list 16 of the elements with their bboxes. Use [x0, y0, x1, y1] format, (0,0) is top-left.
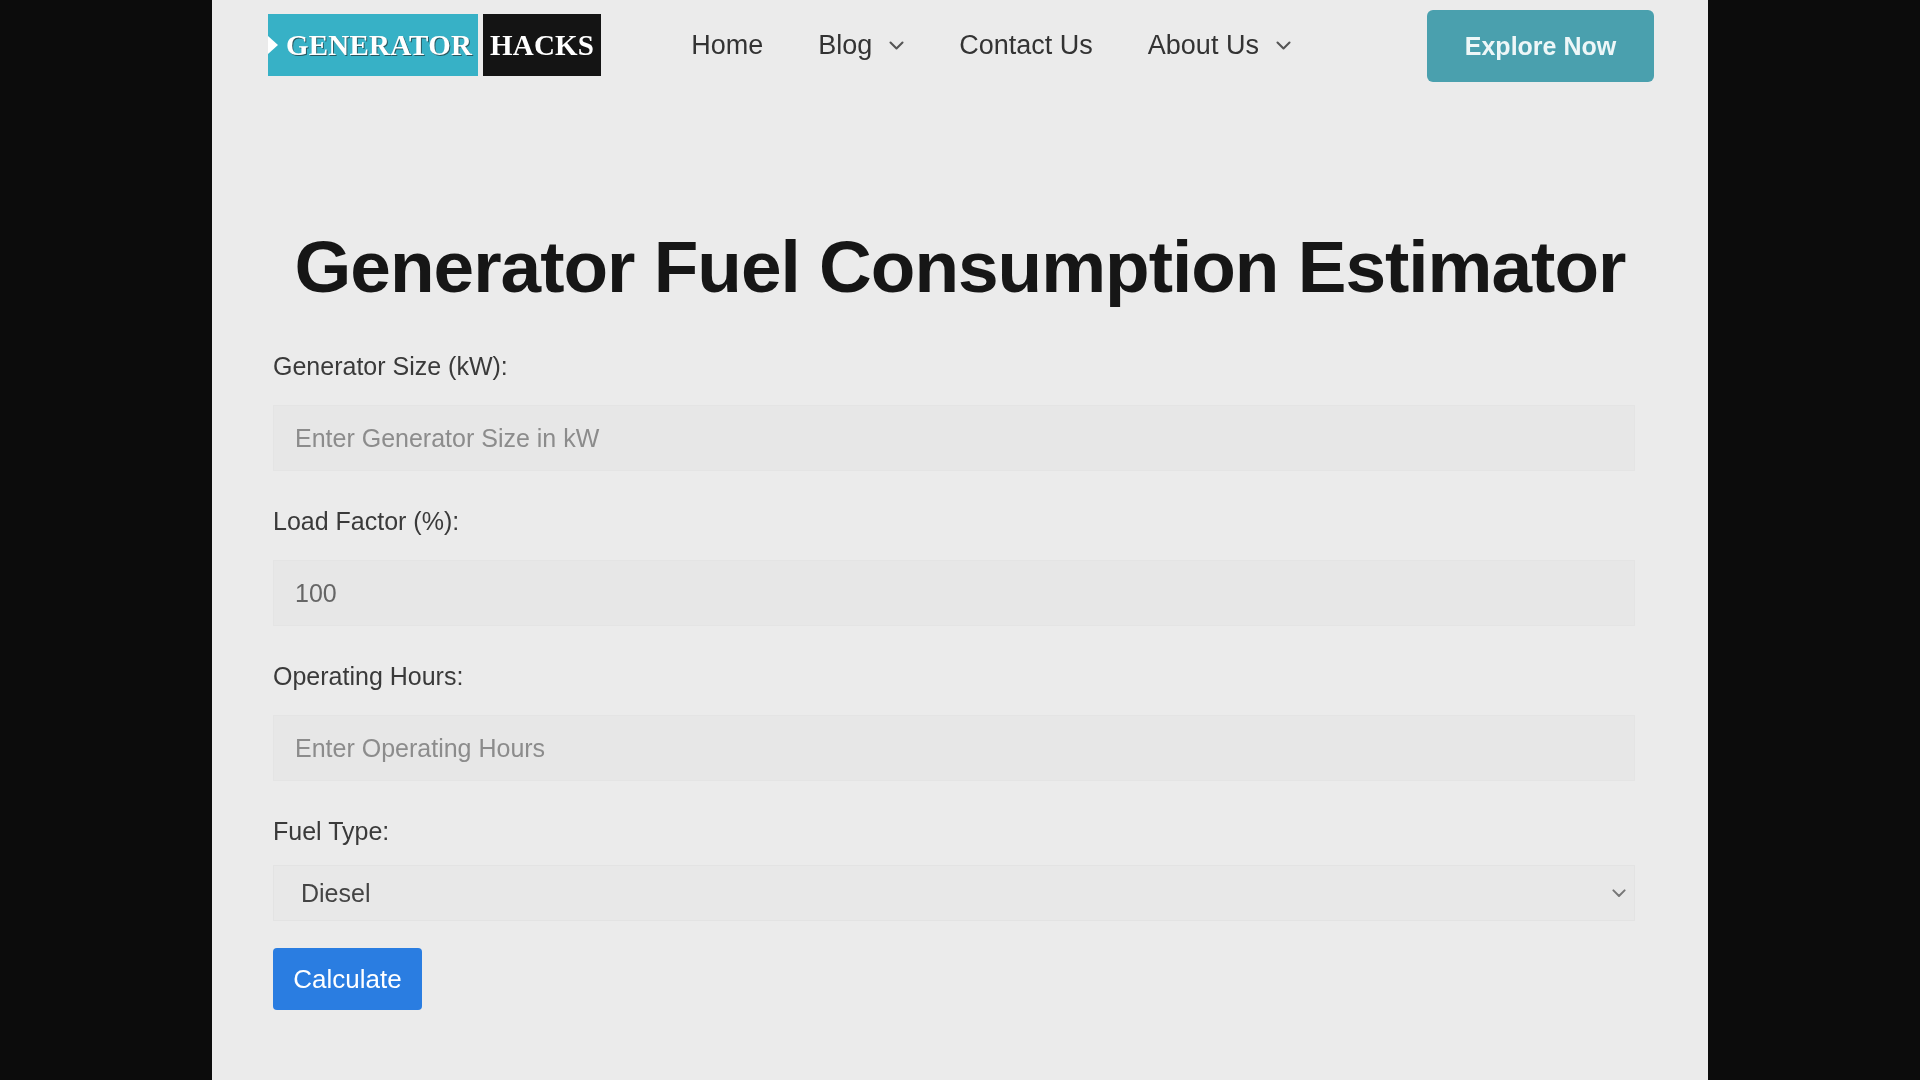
nav-link[interactable]: Home — [691, 29, 764, 61]
nav-link[interactable]: Blog — [818, 29, 905, 61]
chevron-down-icon — [1612, 888, 1626, 898]
input-field[interactable]: Enter Generator Size in kW — [273, 405, 1635, 471]
input-field[interactable]: 100 — [273, 560, 1635, 626]
field-label: Load Factor (%): — [273, 508, 460, 534]
field-label: Operating Hours: — [273, 663, 464, 689]
logo-badge[interactable]: HACKS — [483, 14, 602, 76]
input-field[interactable]: Enter Operating Hours — [273, 715, 1635, 781]
page-title: Generator Fuel Consumption Estimator — [293, 227, 1627, 307]
select-field[interactable]: Diesel — [273, 865, 1635, 921]
nav-link[interactable]: Contact Us — [959, 29, 1093, 61]
calculate-button[interactable]: Calculate — [273, 948, 422, 1010]
field-label: Fuel Type: — [273, 818, 390, 844]
field-label: Generator Size (kW): — [273, 353, 508, 379]
nav-link[interactable]: About Us — [1147, 29, 1291, 61]
